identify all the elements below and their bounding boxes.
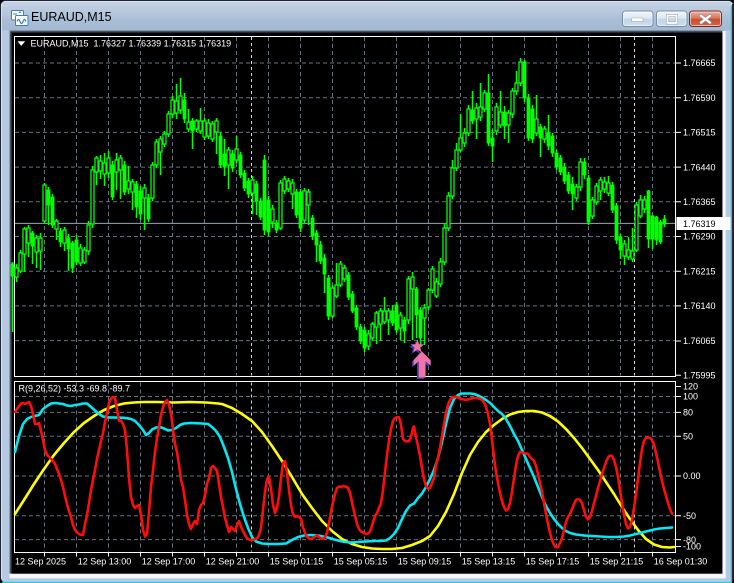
svg-text:1.76215: 1.76215 bbox=[683, 266, 716, 276]
svg-text:1.76365: 1.76365 bbox=[683, 197, 716, 207]
svg-text:12 Sep 21:00: 12 Sep 21:00 bbox=[206, 557, 260, 567]
svg-text:100: 100 bbox=[683, 392, 698, 402]
svg-text:1.75995: 1.75995 bbox=[683, 371, 716, 381]
svg-text:50: 50 bbox=[683, 432, 693, 442]
svg-text:-100: -100 bbox=[683, 542, 701, 552]
svg-text:-50: -50 bbox=[683, 511, 696, 521]
svg-text:12 Sep 17:00: 12 Sep 17:00 bbox=[142, 557, 196, 567]
svg-text:1.76140: 1.76140 bbox=[683, 301, 716, 311]
svg-text:15 Sep 21:15: 15 Sep 21:15 bbox=[590, 557, 644, 567]
svg-text:1.76319: 1.76319 bbox=[683, 219, 716, 229]
svg-text:0.00: 0.00 bbox=[683, 471, 701, 481]
svg-text:1.76065: 1.76065 bbox=[683, 336, 716, 346]
svg-text:1.76665: 1.76665 bbox=[683, 58, 716, 68]
svg-text:12 Sep 13:00: 12 Sep 13:00 bbox=[78, 557, 132, 567]
svg-text:1.76590: 1.76590 bbox=[683, 93, 716, 103]
svg-text:16 Sep 01:30: 16 Sep 01:30 bbox=[654, 557, 708, 567]
svg-text:1.76515: 1.76515 bbox=[683, 128, 716, 138]
svg-text:1.76290: 1.76290 bbox=[683, 232, 716, 242]
svg-text:15 Sep 01:15: 15 Sep 01:15 bbox=[270, 557, 324, 567]
svg-text:R(9,26,52) -53.3 -69.8 -89.7: R(9,26,52) -53.3 -69.8 -89.7 bbox=[19, 384, 131, 394]
svg-text:15 Sep 09:15: 15 Sep 09:15 bbox=[398, 557, 452, 567]
svg-text:12 Sep 2025: 12 Sep 2025 bbox=[15, 557, 66, 567]
svg-text:15 Sep 13:15: 15 Sep 13:15 bbox=[462, 557, 516, 567]
svg-text:1.76440: 1.76440 bbox=[683, 162, 716, 172]
svg-text:80: 80 bbox=[683, 408, 693, 418]
svg-text:15 Sep 05:15: 15 Sep 05:15 bbox=[334, 557, 388, 567]
svg-text:120: 120 bbox=[683, 382, 698, 392]
svg-text:EURAUD,M15: EURAUD,M15 bbox=[31, 10, 112, 24]
svg-text:EURAUD,M15 1.76327 1.76339 1.: EURAUD,M15 1.76327 1.76339 1.76315 1.763… bbox=[31, 38, 232, 48]
svg-text:15 Sep 17:15: 15 Sep 17:15 bbox=[526, 557, 580, 567]
